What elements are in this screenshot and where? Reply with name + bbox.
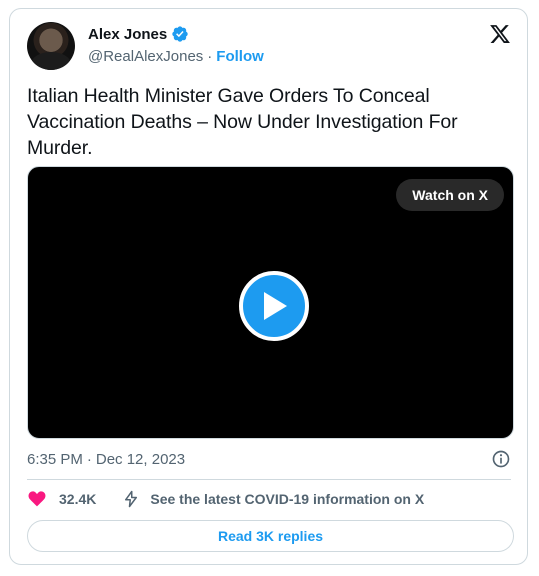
tweet-text: Italian Health Minister Gave Orders To C… [27,85,458,159]
x-logo-icon[interactable] [489,23,511,45]
tweet-timestamp[interactable]: 6:35 PM · Dec 12, 2023 [27,451,185,468]
follow-button[interactable]: Follow [216,48,264,65]
author-handle[interactable]: @RealAlexJones [88,48,203,65]
separator-dot: · [86,451,92,468]
likes-count: 32.4K [59,491,97,507]
tweet-date: Dec 12, 2023 [95,451,186,468]
action-row: 32.4K See the latest COVID-19 informatio… [27,489,424,509]
author-avatar[interactable] [27,22,75,70]
like-button[interactable]: 32.4K [27,489,96,509]
covid-info-link[interactable]: See the latest COVID-19 information on X [122,490,424,508]
tweet-card[interactable]: Alex Jones @RealAlexJones · Follow Itali… [9,8,528,565]
author-handle-row: @RealAlexJones · Follow [88,48,264,65]
covid-info-text: See the latest COVID-19 information on X [150,491,425,507]
watch-on-x-button[interactable]: Watch on X [396,179,504,211]
lightning-icon [125,490,138,508]
read-replies-button[interactable]: Read 3K replies [27,520,514,552]
play-button[interactable] [239,271,309,341]
play-icon [264,292,287,320]
verified-badge-icon [172,26,188,42]
video-player[interactable]: Watch on X [27,166,514,439]
separator-dot: · [207,48,213,65]
avatar-silhouette [31,52,71,70]
heart-icon [28,491,46,507]
info-icon[interactable] [491,449,511,469]
divider [27,479,511,480]
author-name-row[interactable]: Alex Jones [88,25,189,43]
author-name[interactable]: Alex Jones [88,26,167,43]
tweet-time: 6:35 PM [27,451,83,468]
